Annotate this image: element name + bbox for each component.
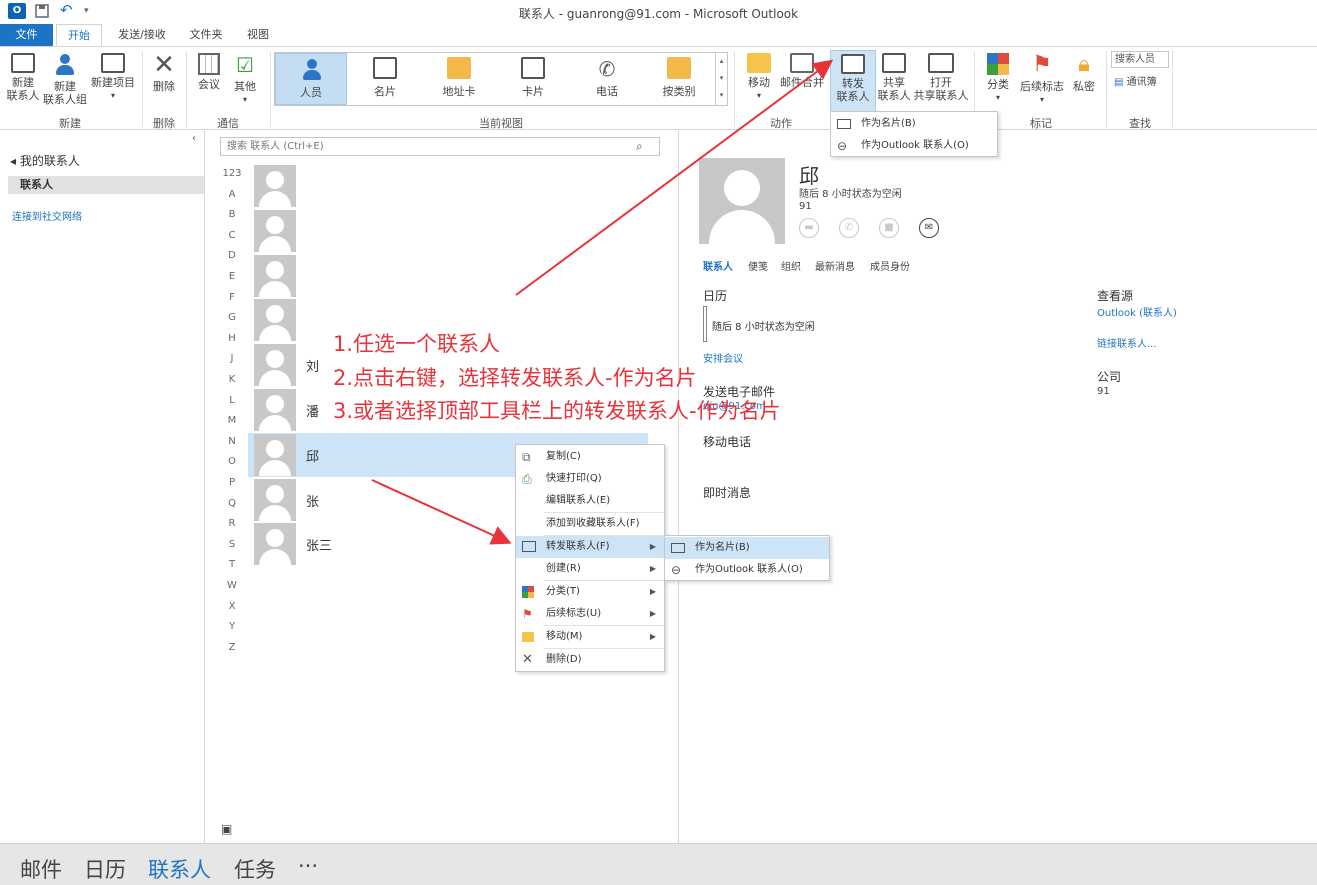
annotation-step-3: 3.或者选择顶部工具栏上的转发联系人-作为名片 [333,399,781,423]
arrow-to-forward-button [515,59,834,296]
nav-calendar[interactable]: 日历 [84,854,126,884]
bottom-navigation: 邮件 日历 联系人 任务 ··· [0,843,1317,885]
nav-contacts[interactable]: 联系人 [148,854,211,884]
nav-tasks[interactable]: 任务 [234,854,276,884]
nav-more[interactable]: ··· [298,854,318,878]
arrow-to-context-menu [371,479,512,545]
annotation-step-1: 1.任选一个联系人 [333,332,501,356]
annotation-step-2: 2.点击右键，选择转发联系人-作为名片 [333,366,697,390]
nav-mail[interactable]: 邮件 [20,854,62,884]
annotation-arrows [371,59,834,545]
